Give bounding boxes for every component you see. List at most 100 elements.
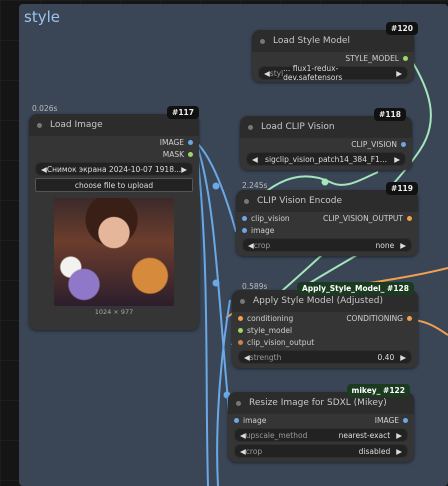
input-conditioning[interactable]: conditioning [232, 312, 293, 324]
collapse-dot-icon[interactable] [37, 122, 42, 128]
chevron-right-icon[interactable]: ▶ [396, 431, 402, 440]
node-title: Resize Image for SDXL (Mikey) [249, 398, 387, 408]
widget-label: crop [253, 240, 271, 250]
widget-value: nearest-exact [338, 430, 391, 440]
input-label: style_model [247, 325, 293, 335]
node-resize-image-sdxl[interactable]: mikey_ #122 Resize Image for SDXL (Mikey… [228, 384, 414, 462]
output-socket-icon[interactable] [407, 215, 412, 221]
badge-name: mikey_ [351, 386, 381, 395]
chevron-right-icon[interactable]: ▶ [396, 69, 402, 78]
output-socket-icon[interactable] [407, 315, 412, 321]
output-mask[interactable]: MASK [29, 148, 199, 160]
node-load-style-model[interactable]: #120 Load Style Model STYLE_MODEL ◀ styl… [252, 22, 418, 82]
execution-time: 2.245s [242, 181, 268, 190]
output-socket-icon[interactable] [188, 151, 193, 157]
widget-value: disabled [358, 446, 391, 456]
input-clip-vision-output[interactable]: clip_vision_output [232, 336, 418, 348]
io-row: image IMAGE [228, 414, 414, 426]
image-dimensions: 1024 × 977 [94, 308, 134, 316]
badge-name: Apply_Style_Model_ [301, 284, 385, 293]
node-id-badge: #119 [386, 182, 418, 195]
chevron-left-icon[interactable]: ◀ [252, 155, 258, 164]
execution-time: 0.026s [32, 104, 58, 113]
widget-value: ... flux1-redux-dev.safetensors [283, 64, 343, 82]
crop-select[interactable]: ◀ crop none ▶ [242, 238, 412, 252]
input-image[interactable]: image [228, 414, 266, 426]
node-title: Load Image [50, 120, 103, 130]
node-id-badge: #117 [167, 106, 199, 119]
output-conditioning[interactable]: CONDITIONING [346, 312, 418, 324]
clip-vision-select[interactable]: ◀ sigclip_vision_patch14_384_F1... ▶ [246, 152, 406, 166]
input-label: clip_vision [251, 213, 290, 223]
strength-slider[interactable]: ◀ strength 0.40 ▶ [238, 350, 412, 364]
input-socket-icon[interactable] [238, 339, 243, 345]
collapse-dot-icon[interactable] [244, 198, 249, 204]
reroute-dot [212, 182, 220, 190]
output-socket-icon[interactable] [188, 139, 193, 145]
node-id-badge: mikey_ #122 [346, 384, 410, 397]
chevron-right-icon[interactable]: ▶ [394, 155, 400, 164]
upscale-method-select[interactable]: ◀ upscale_method nearest-exact ▶ [234, 428, 408, 442]
node-id-badge: #118 [374, 108, 406, 121]
image-preview [54, 198, 174, 306]
input-socket-icon[interactable] [242, 215, 247, 221]
chevron-right-icon[interactable]: ▶ [400, 241, 406, 250]
chevron-right-icon[interactable]: ▶ [396, 447, 402, 456]
node-title: Load Style Model [273, 36, 350, 46]
output-image[interactable]: IMAGE [375, 414, 414, 426]
input-label: conditioning [247, 313, 294, 323]
output-socket-icon[interactable] [403, 55, 408, 61]
input-label: image [243, 415, 267, 425]
widget-value: Снимок экрана 2024-10-07 1918... [46, 164, 182, 174]
output-clip-vision[interactable]: CLIP_VISION [240, 138, 412, 150]
io-row: conditioning CONDITIONING [232, 312, 418, 324]
node-apply-style-model[interactable]: Apply_Style_Model_ #128 Apply Style Mode… [232, 282, 418, 368]
widget-value: sigclip_vision_patch14_384_F1... [265, 154, 387, 164]
badge-id: #122 [383, 386, 405, 395]
chevron-right-icon[interactable]: ▶ [400, 353, 406, 362]
badge-id: #128 [387, 284, 409, 293]
image-file-select[interactable]: ◀ Снимок экрана 2024-10-07 1918... ▶ [35, 162, 193, 176]
collapse-dot-icon[interactable] [236, 400, 241, 406]
node-id-badge: Apply_Style_Model_ #128 [296, 282, 414, 295]
output-style-model[interactable]: STYLE_MODEL [252, 52, 414, 64]
output-label: IMAGE [374, 415, 399, 425]
output-clip-vision-output[interactable]: CLIP_VISION_OUTPUT [323, 212, 418, 224]
node-clip-vision-encode[interactable]: #119 CLIP Vision Encode clip_vision CLIP… [236, 182, 418, 256]
output-label: CLIP_VISION [351, 139, 397, 149]
crop-select[interactable]: ◀ crop disabled ▶ [234, 444, 408, 458]
output-label: CONDITIONING [346, 313, 403, 323]
chevron-right-icon[interactable]: ▶ [181, 165, 187, 174]
input-style-model[interactable]: style_model [232, 324, 418, 336]
node-load-clip-vision[interactable]: #118 Load CLIP Vision CLIP_VISION ◀ sigc… [240, 108, 412, 170]
output-label: STYLE_MODEL [345, 53, 399, 63]
node-title: CLIP Vision Encode [257, 196, 343, 206]
collapse-dot-icon[interactable] [248, 124, 253, 130]
output-label: IMAGE [159, 137, 184, 147]
input-socket-icon[interactable] [234, 417, 239, 423]
io-row: clip_vision CLIP_VISION_OUTPUT [236, 212, 418, 224]
input-socket-icon[interactable] [238, 315, 243, 321]
output-label: CLIP_VISION_OUTPUT [322, 213, 403, 223]
widget-label: crop [245, 446, 263, 456]
node-load-image[interactable]: #117 Load Image IMAGE MASK ◀ Снимок экра… [29, 106, 199, 330]
output-label: MASK [162, 149, 184, 159]
widget-label: strength [249, 352, 282, 362]
input-socket-icon[interactable] [242, 227, 247, 233]
input-label: image [251, 225, 275, 235]
style-model-select[interactable]: ◀ styl ... flux1-redux-dev.safetensors ▶ [258, 64, 408, 82]
input-socket-icon[interactable] [238, 327, 243, 333]
input-label: clip_vision_output [247, 337, 315, 347]
collapse-dot-icon[interactable] [240, 298, 245, 304]
node-id-badge: #120 [386, 22, 418, 35]
reroute-dot [321, 178, 329, 186]
input-clip-vision[interactable]: clip_vision [236, 212, 290, 224]
output-socket-icon[interactable] [403, 417, 408, 423]
input-image[interactable]: image [236, 224, 418, 236]
collapse-dot-icon[interactable] [260, 38, 265, 44]
widget-label: styl [269, 68, 284, 78]
reroute-dot [212, 279, 220, 287]
output-socket-icon[interactable] [401, 141, 406, 147]
upload-button[interactable]: choose file to upload [35, 178, 193, 192]
output-image[interactable]: IMAGE [29, 136, 199, 148]
